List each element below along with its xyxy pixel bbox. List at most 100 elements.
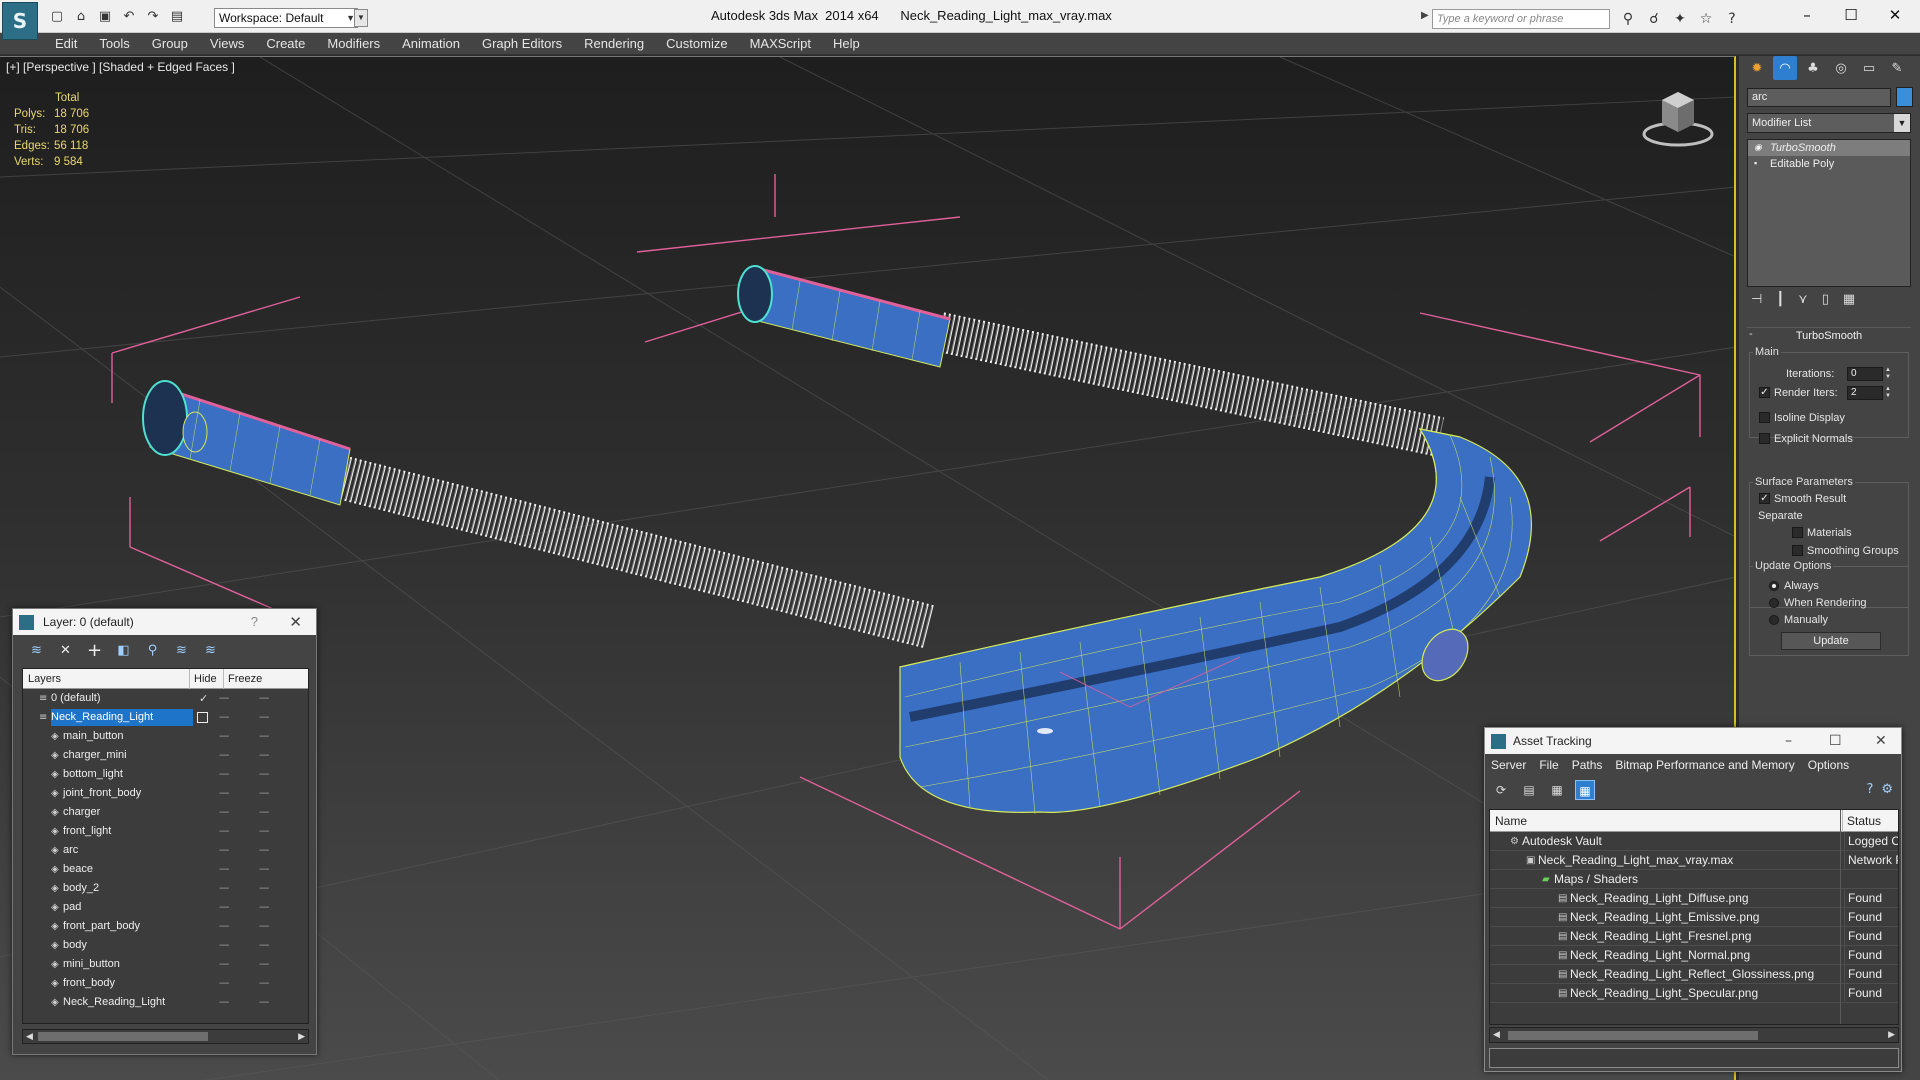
search-expand-icon[interactable]: ▶: [1421, 10, 1429, 21]
col-status[interactable]: Status: [1842, 810, 1881, 832]
select-objects-icon[interactable]: ◧: [114, 641, 133, 660]
hide-toggle[interactable]: ----: [219, 993, 229, 1012]
hide-toggle[interactable]: ----: [219, 974, 229, 993]
close-icon[interactable]: ✕: [1875, 728, 1887, 754]
scrollbar-thumb[interactable]: [38, 1032, 208, 1041]
binoculars-icon[interactable]: ⚲: [1618, 9, 1638, 29]
freeze-toggle[interactable]: ----: [259, 784, 269, 803]
freeze-toggle[interactable]: ----: [259, 746, 269, 765]
iterations-spinner[interactable]: 0: [1847, 367, 1883, 381]
object-color-swatch[interactable]: [1896, 87, 1913, 107]
layer-row[interactable]: ◈ beace ---- ----: [23, 860, 308, 879]
layer-row[interactable]: ◈ front_body ---- ----: [23, 974, 308, 993]
hide-toggle[interactable]: ----: [219, 860, 229, 879]
menu-item-create[interactable]: Create: [255, 33, 316, 55]
close-button[interactable]: ✕: [1880, 4, 1910, 26]
asset-row[interactable]: ▤ Neck_Reading_Light_Emissive.png Found: [1490, 908, 1898, 927]
thumbnail-view-icon[interactable]: ▦: [1547, 780, 1567, 800]
freeze-toggle[interactable]: ----: [259, 879, 269, 898]
layer-dialog-titlebar[interactable]: Layer: 0 (default) ? ✕: [13, 609, 316, 635]
asset-row[interactable]: ▤ Neck_Reading_Light_Diffuse.png Found: [1490, 889, 1898, 908]
menu-item-help[interactable]: Help: [822, 33, 871, 55]
explicit-normals-checkbox[interactable]: [1759, 433, 1770, 444]
asset-row[interactable]: ▤ Neck_Reading_Light_Reflect_Glossiness.p…: [1490, 965, 1898, 984]
highlight-layer-icon[interactable]: ⚲: [143, 641, 162, 660]
menu-item-customize[interactable]: Customize: [655, 33, 738, 55]
menu-item-rendering[interactable]: Rendering: [573, 33, 655, 55]
hierarchy-tab-icon[interactable]: ♣: [1801, 56, 1825, 80]
scroll-left-icon[interactable]: ◀: [1493, 1029, 1500, 1040]
add-to-layer-icon[interactable]: +: [85, 641, 104, 660]
table-view-icon[interactable]: ▦: [1575, 780, 1595, 800]
stack-item-editable-poly[interactable]: ▪ Editable Poly: [1748, 156, 1910, 172]
layer-name[interactable]: front_body: [63, 975, 155, 992]
communication-icon[interactable]: ✦: [1670, 9, 1690, 29]
spinner-arrows-icon[interactable]: ▲ ▼: [1884, 367, 1892, 381]
help-icon[interactable]: ?: [1866, 782, 1873, 797]
help-button[interactable]: ?: [251, 609, 258, 635]
asset-horizontal-scrollbar[interactable]: ◀ ▶: [1489, 1027, 1899, 1043]
hide-toggle[interactable]: ----: [219, 708, 229, 727]
maximize-button[interactable]: ☐: [1836, 4, 1866, 26]
layer-name[interactable]: charger_mini: [63, 747, 167, 764]
layer-name[interactable]: Neck_Reading_Light: [51, 709, 194, 726]
hide-toggle[interactable]: ----: [219, 803, 229, 822]
manually-radio[interactable]: [1769, 615, 1779, 625]
menu-item-maxscript[interactable]: MAXScript: [739, 33, 822, 55]
pin-stack-icon[interactable]: ⊣: [1751, 292, 1762, 314]
layer-row[interactable]: ◈ charger ---- ----: [23, 803, 308, 822]
layer-row[interactable]: ◈ arc ---- ----: [23, 841, 308, 860]
layer-name[interactable]: bottom_light: [63, 766, 163, 783]
layer-row[interactable]: ◈ body ---- ----: [23, 936, 308, 955]
layer-row[interactable]: ◈ mini_button ---- ----: [23, 955, 308, 974]
freeze-toggle[interactable]: ----: [259, 917, 269, 936]
subscription-icon[interactable]: ☌: [1644, 9, 1664, 29]
hide-toggle[interactable]: ----: [219, 765, 229, 784]
set-current-layer-box[interactable]: [197, 712, 208, 723]
menu-item-modifiers[interactable]: Modifiers: [316, 33, 391, 55]
refresh-icon[interactable]: ⟳: [1491, 780, 1511, 800]
asset-menu-paths[interactable]: Paths: [1572, 758, 1603, 772]
project-folder-icon[interactable]: ▤: [168, 8, 186, 26]
when-rendering-radio[interactable]: [1769, 598, 1779, 608]
layer-name[interactable]: mini_button: [63, 956, 160, 973]
minimize-icon[interactable]: –: [1785, 728, 1792, 754]
layer-row[interactable]: ◈ front_part_body ---- ----: [23, 917, 308, 936]
layer-name[interactable]: beace: [63, 861, 133, 878]
hide-toggle[interactable]: ----: [219, 822, 229, 841]
layer-row[interactable]: ◈ joint_front_body ---- ----: [23, 784, 308, 803]
hide-toggle[interactable]: ----: [219, 784, 229, 803]
favorites-icon[interactable]: ☆: [1696, 9, 1716, 29]
scroll-right-icon[interactable]: ▶: [1888, 1029, 1895, 1040]
asset-row[interactable]: ▤ Neck_Reading_Light_Specular.png Found: [1490, 984, 1898, 1003]
menu-item-group[interactable]: Group: [141, 33, 199, 55]
freeze-toggle[interactable]: ----: [259, 822, 269, 841]
viewport-label[interactable]: [+] [Perspective ] [Shaded + Edged Faces…: [6, 60, 235, 74]
app-menu-button[interactable]: S: [2, 2, 38, 40]
freeze-toggle[interactable]: ----: [259, 708, 269, 727]
menu-item-animation[interactable]: Animation: [391, 33, 471, 55]
menu-item-graph-editors[interactable]: Graph Editors: [471, 33, 573, 55]
freeze-toggle[interactable]: ----: [259, 765, 269, 784]
asset-menu-bitmap-performance-and-memory[interactable]: Bitmap Performance and Memory: [1615, 758, 1794, 772]
materials-checkbox[interactable]: [1792, 527, 1803, 538]
asset-row[interactable]: ▣ Neck_Reading_Light_max_vray.max Network …: [1490, 851, 1898, 870]
asset-tracking-titlebar[interactable]: Asset Tracking – ☐ ✕: [1485, 728, 1901, 754]
hide-toggle[interactable]: ----: [219, 917, 229, 936]
render-iters-spinner[interactable]: 2: [1847, 386, 1883, 400]
freeze-toggle[interactable]: ----: [259, 936, 269, 955]
layer-name[interactable]: charger: [63, 804, 140, 821]
layer-row[interactable]: ≡ 0 (default) ✓ ---- ----: [23, 689, 308, 708]
col-freeze[interactable]: Freeze: [223, 669, 262, 689]
layer-name[interactable]: front_part_body: [63, 918, 180, 935]
scroll-left-icon[interactable]: ◀: [26, 1030, 33, 1043]
freeze-toggle[interactable]: ----: [259, 860, 269, 879]
hide-toggle[interactable]: ----: [219, 689, 229, 708]
layer-row[interactable]: ◈ pad ---- ----: [23, 898, 308, 917]
freeze-toggle[interactable]: ----: [259, 898, 269, 917]
smoothing-groups-checkbox[interactable]: [1792, 545, 1803, 556]
layer-row[interactable]: ◈ Neck_Reading_Light ---- ----: [23, 993, 308, 1012]
asset-menu-options[interactable]: Options: [1808, 758, 1849, 772]
remove-modifier-icon[interactable]: ▯: [1822, 292, 1829, 314]
current-layer-check-icon[interactable]: ✓: [199, 689, 208, 708]
